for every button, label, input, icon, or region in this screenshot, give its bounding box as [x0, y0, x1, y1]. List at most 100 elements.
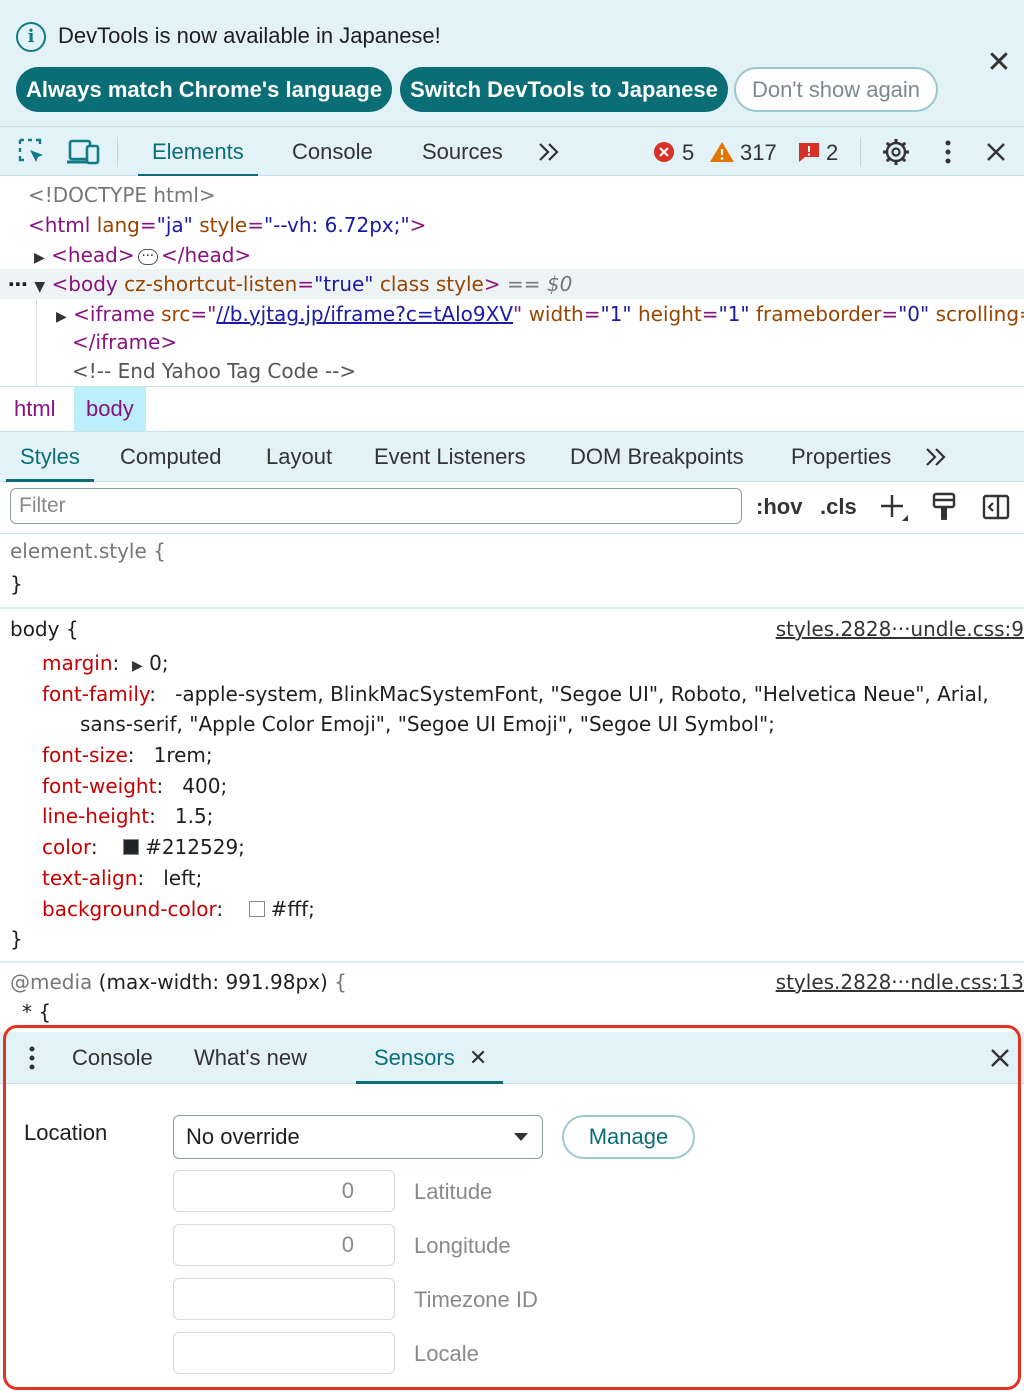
manage-button[interactable]: Manage	[562, 1115, 695, 1159]
close-icon[interactable]: ✕	[982, 46, 1016, 80]
breadcrumb-html[interactable]: html	[2, 387, 68, 431]
info-icon: i	[16, 22, 46, 52]
head-node[interactable]: ▶ <head> ··· </head>	[34, 240, 251, 270]
warning-count[interactable]: 317	[740, 127, 777, 179]
bottom-drawer: Console What's new Sensors ✕ Location No…	[0, 1024, 1024, 1393]
device-toolbar-icon[interactable]	[66, 127, 102, 177]
error-icon[interactable]	[652, 127, 676, 177]
gear-icon[interactable]	[878, 127, 914, 177]
error-count[interactable]: 5	[682, 127, 694, 179]
toolbar-separator	[117, 137, 118, 167]
prop-font-family-continuation: sans-serif, "Apple Color Emoji", "Segoe …	[80, 712, 775, 736]
more-tabs-icon[interactable]	[920, 432, 952, 482]
locale-input[interactable]	[173, 1332, 395, 1374]
media-rule-source-link[interactable]: styles.2828···ndle.css:13	[776, 967, 1024, 998]
element-style-close: }	[10, 572, 23, 596]
tab-elements[interactable]: Elements	[138, 127, 258, 177]
body-node[interactable]: ⋯ ▼ <body cz-shortcut-listen="true" clas…	[8, 269, 572, 299]
issues-count[interactable]: 2	[826, 127, 838, 179]
breadcrumb: html body	[0, 386, 1024, 432]
tab-dom-breakpoints[interactable]: DOM Breakpoints	[570, 432, 744, 482]
iframe-close-node[interactable]: </iframe>	[72, 327, 177, 357]
node-menu-icon[interactable]: ⋯	[8, 272, 28, 296]
tab-event-listeners[interactable]: Event Listeners	[374, 432, 526, 482]
iframe-node[interactable]: ▶ <iframe src="//b.yjtag.jp/iframe?c=tAl…	[56, 299, 1024, 329]
breadcrumb-body[interactable]: body	[74, 387, 146, 431]
styles-rules: element.style { } body { styles.2828···u…	[0, 534, 1024, 1024]
chevron-down-icon	[514, 1133, 528, 1141]
prop-font-family[interactable]: font-family: -apple-system, BlinkMacSyst…	[42, 679, 989, 710]
warning-icon[interactable]	[708, 127, 736, 177]
main-toolbar: Elements Console Sources 5 317 2	[0, 126, 1024, 179]
location-select[interactable]: No override	[173, 1115, 543, 1159]
prop-line-height[interactable]: line-height: 1.5;	[42, 801, 213, 832]
toggle-sidebar-icon[interactable]	[980, 482, 1012, 532]
timezone-input[interactable]	[173, 1278, 395, 1320]
cls-button[interactable]: .cls	[820, 482, 857, 532]
media-rule-selector[interactable]: * {	[22, 997, 51, 1024]
longitude-input[interactable]: 0	[173, 1224, 395, 1266]
kebab-menu-icon[interactable]	[20, 1032, 44, 1084]
prop-font-weight[interactable]: font-weight: 400;	[42, 771, 227, 802]
prop-background-color[interactable]: background-color: #fff;	[42, 894, 315, 925]
longitude-label: Longitude	[414, 1233, 511, 1258]
latitude-input[interactable]: 0	[173, 1170, 395, 1212]
more-tabs-icon[interactable]	[534, 127, 564, 177]
language-infobar: i DevTools is now available in Japanese!…	[0, 0, 1024, 126]
location-label: Location	[24, 1120, 108, 1145]
tab-styles[interactable]: Styles	[6, 432, 94, 482]
close-devtools-icon[interactable]	[980, 127, 1012, 177]
collapse-triangle-icon[interactable]: ▼	[34, 279, 45, 295]
expand-triangle-icon[interactable]: ▶	[56, 309, 67, 325]
expand-triangle-icon[interactable]: ▶	[34, 250, 45, 266]
close-drawer-icon[interactable]	[984, 1032, 1016, 1084]
doctype-node[interactable]: <!DOCTYPE html>	[28, 180, 216, 210]
tab-sources[interactable]: Sources	[422, 127, 503, 177]
color-swatch[interactable]	[123, 839, 140, 855]
ellipsis-icon[interactable]: ···	[137, 249, 158, 265]
element-style-selector[interactable]: element.style {	[10, 536, 166, 567]
issues-icon[interactable]	[796, 127, 822, 177]
paint-brush-icon[interactable]	[928, 482, 960, 532]
body-rule-source-link[interactable]: styles.2828···undle.css:9	[776, 614, 1024, 645]
drawer-tab-whats-new[interactable]: What's new	[194, 1032, 307, 1084]
drawer-tab-sensors[interactable]: Sensors ✕	[356, 1032, 504, 1084]
timezone-label: Timezone ID	[414, 1287, 538, 1312]
tab-properties[interactable]: Properties	[791, 432, 891, 482]
prop-text-align[interactable]: text-align: left;	[42, 863, 202, 894]
match-language-button[interactable]: Always match Chrome's language	[16, 67, 392, 112]
switch-japanese-button[interactable]: Switch DevTools to Japanese	[400, 67, 728, 112]
tree-guide-line	[36, 300, 37, 386]
plus-icon[interactable]	[876, 482, 912, 532]
prop-margin[interactable]: margin: ▶ 0;	[42, 648, 169, 679]
latitude-label: Latitude	[414, 1179, 493, 1204]
prop-font-size[interactable]: font-size: 1rem;	[42, 740, 213, 771]
styles-pane-tabs: Styles Computed Layout Event Listeners D…	[0, 432, 1024, 482]
comment-node[interactable]: <!-- End Yahoo Tag Code -->	[72, 356, 356, 386]
tab-layout[interactable]: Layout	[266, 432, 332, 482]
color-swatch[interactable]	[248, 901, 265, 917]
body-rule-selector[interactable]: body {	[10, 614, 79, 645]
inspect-element-icon[interactable]	[14, 127, 50, 177]
kebab-menu-icon[interactable]	[936, 127, 960, 177]
media-rule-header[interactable]: @media (max-width: 991.98px) {	[10, 967, 347, 998]
styles-filter-bar: :hov .cls	[0, 482, 1024, 534]
dont-show-again-button[interactable]: Don't show again	[734, 67, 938, 112]
hov-button[interactable]: :hov	[756, 482, 802, 532]
infobar-message: DevTools is now available in Japanese!	[58, 23, 441, 48]
body-rule-close: }	[10, 927, 23, 951]
html-node[interactable]: <html lang="ja" style="--vh: 6.72px;">	[28, 210, 426, 240]
drawer-tab-console[interactable]: Console	[72, 1032, 153, 1084]
prop-color[interactable]: color: #212529;	[42, 832, 245, 863]
rule-divider	[0, 961, 1024, 963]
expand-triangle-icon[interactable]: ▶	[132, 658, 143, 674]
tab-console[interactable]: Console	[292, 127, 373, 177]
close-tab-icon[interactable]: ✕	[469, 1032, 487, 1084]
dom-tree: <!DOCTYPE html> <html lang="ja" style="-…	[0, 176, 1024, 386]
tab-computed[interactable]: Computed	[120, 432, 222, 482]
filter-input[interactable]	[10, 488, 742, 524]
locale-label: Locale	[414, 1341, 479, 1366]
rule-divider	[0, 607, 1024, 609]
drawer-tabbar: Console What's new Sensors ✕	[0, 1032, 1024, 1084]
toolbar-separator	[860, 137, 861, 167]
